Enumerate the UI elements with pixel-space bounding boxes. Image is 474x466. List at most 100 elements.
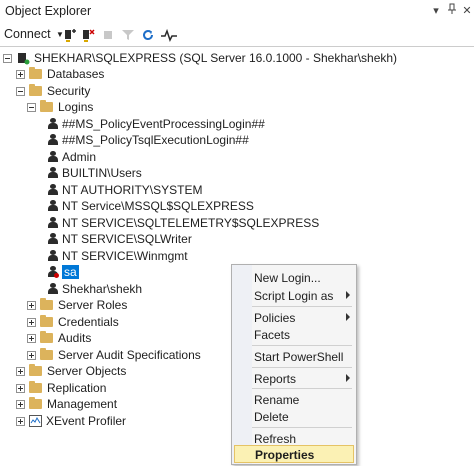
node-label: Credentials [58, 315, 119, 329]
filter-icon[interactable] [120, 27, 136, 43]
node-label: Logins [58, 100, 94, 114]
expand-icon[interactable] [27, 350, 36, 360]
login-item[interactable]: NT Service\MSSQL$SQLEXPRESS [48, 198, 254, 214]
disconnect-icon[interactable] [80, 27, 96, 43]
server-label: SHEKHAR\SQLEXPRESS (SQL Server 16.0.1000… [34, 51, 398, 65]
login-item[interactable]: Shekhar\shekh [48, 281, 142, 297]
activity-monitor-icon[interactable] [160, 27, 177, 43]
login-item[interactable]: BUILTIN\Users [48, 165, 142, 181]
node-label: ##MS_PolicyTsqlExecutionLogin## [62, 133, 249, 147]
menu-item-facets[interactable]: Facets [234, 325, 354, 343]
menu-item-start-powershell[interactable]: Start PowerShell [234, 347, 354, 365]
login-item[interactable]: NT SERVICE\SQLWriter [48, 231, 192, 247]
node-label: Security [47, 84, 91, 98]
collapse-icon[interactable] [3, 53, 12, 63]
xevent-profiler-icon [29, 415, 42, 427]
node-label: BUILTIN\Users [62, 166, 142, 180]
expand-icon[interactable] [27, 317, 36, 327]
expand-icon[interactable] [16, 383, 25, 393]
node-label: Replication [47, 381, 107, 395]
menu-item-label: New Login... [254, 271, 321, 285]
tree-node-server-objects[interactable]: Server Objects [16, 363, 126, 379]
context-menu: New Login... Script Login as Policies Fa… [231, 264, 357, 465]
folder-icon [40, 331, 53, 343]
node-label: XEvent Profiler [46, 414, 127, 428]
object-explorer-titlebar: Object Explorer ▾ ✕ [0, 0, 474, 25]
tree-node-databases[interactable]: Databases [16, 66, 104, 82]
connect-label: Connect [4, 27, 51, 41]
expand-icon[interactable] [27, 333, 36, 343]
menu-item-label: Refresh [254, 432, 297, 446]
menu-item-label: Delete [254, 410, 289, 424]
menu-item-script-login-as[interactable]: Script Login as [234, 286, 354, 304]
menu-item-delete[interactable]: Delete [234, 407, 354, 425]
menu-separator [252, 388, 352, 389]
tree-node-server[interactable]: SHEKHAR\SQLEXPRESS (SQL Server 16.0.1000… [3, 50, 397, 66]
collapse-icon[interactable] [27, 102, 36, 112]
menu-item-label: Reports [254, 372, 297, 386]
tree-node-server-roles[interactable]: Server Roles [27, 297, 127, 313]
login-item[interactable]: Admin [48, 149, 96, 165]
menu-item-reports[interactable]: Reports [234, 369, 354, 387]
node-label: Management [47, 397, 118, 411]
login-item[interactable]: ##MS_PolicyTsqlExecutionLogin## [48, 132, 249, 148]
menu-item-rename[interactable]: Rename [234, 390, 354, 408]
close-icon[interactable]: ✕ [459, 3, 474, 19]
submenu-arrow-icon [346, 291, 350, 299]
login-icon [48, 184, 58, 196]
menu-separator [252, 427, 352, 428]
node-label: NT AUTHORITY\SYSTEM [62, 183, 203, 197]
tree-node-credentials[interactable]: Credentials [27, 314, 119, 330]
menu-item-properties[interactable]: Properties [234, 445, 354, 463]
tree-node-server-audit-specifications[interactable]: Server Audit Specifications [27, 347, 201, 363]
collapse-icon[interactable] [16, 86, 25, 96]
login-item[interactable]: NT AUTHORITY\SYSTEM [48, 182, 202, 198]
menu-item-policies[interactable]: Policies [234, 308, 354, 326]
menu-item-new-login[interactable]: New Login... [234, 268, 354, 286]
menu-item-label: Script Login as [254, 289, 334, 303]
folder-icon [40, 100, 53, 112]
login-disabled-icon [48, 266, 59, 278]
refresh-icon[interactable] [140, 27, 156, 43]
connect-object-explorer-icon[interactable] [62, 27, 78, 43]
login-icon [48, 200, 58, 212]
pin-icon[interactable] [444, 3, 460, 19]
node-label: Databases [47, 67, 105, 81]
tree-node-logins[interactable]: Logins [27, 99, 93, 115]
login-item[interactable]: ##MS_PolicyEventProcessingLogin## [48, 116, 265, 132]
node-label: NT SERVICE\Winmgmt [62, 249, 188, 263]
menu-item-label: Rename [254, 393, 300, 407]
node-label: Audits [58, 331, 92, 345]
login-icon [48, 250, 58, 262]
object-explorer-toolbar: Connect ▼ [0, 24, 474, 47]
stop-icon[interactable] [100, 27, 116, 43]
tree-node-xevent-profiler[interactable]: XEvent Profiler [16, 413, 126, 429]
login-item[interactable]: NT SERVICE\SQLTELEMETRY$SQLEXPRESS [48, 215, 319, 231]
folder-icon [40, 298, 53, 310]
folder-icon [40, 315, 53, 327]
folder-icon [29, 84, 42, 96]
menu-item-label: Start PowerShell [254, 350, 344, 364]
expand-icon[interactable] [16, 399, 25, 409]
expand-icon[interactable] [16, 416, 25, 426]
login-icon [48, 167, 58, 179]
login-icon [48, 151, 58, 163]
login-icon [48, 233, 58, 245]
connect-button[interactable]: Connect ▼ [4, 27, 64, 43]
expand-icon[interactable] [27, 300, 36, 310]
folder-icon [29, 381, 42, 393]
node-label: NT Service\MSSQL$SQLEXPRESS [62, 199, 254, 213]
node-label: Server Roles [58, 298, 128, 312]
tree-node-replication[interactable]: Replication [16, 380, 106, 396]
tree-node-audits[interactable]: Audits [27, 330, 91, 346]
expand-icon[interactable] [16, 366, 25, 376]
tree-node-management[interactable]: Management [16, 396, 117, 412]
expand-icon[interactable] [16, 69, 25, 79]
folder-icon [40, 348, 53, 360]
menu-item-label: Policies [254, 311, 296, 325]
login-item-selected[interactable]: sa [48, 264, 79, 280]
login-icon [48, 283, 58, 295]
tree-node-security[interactable]: Security [16, 83, 90, 99]
window-position-icon[interactable]: ▾ [428, 3, 444, 19]
login-item[interactable]: NT SERVICE\Winmgmt [48, 248, 188, 264]
